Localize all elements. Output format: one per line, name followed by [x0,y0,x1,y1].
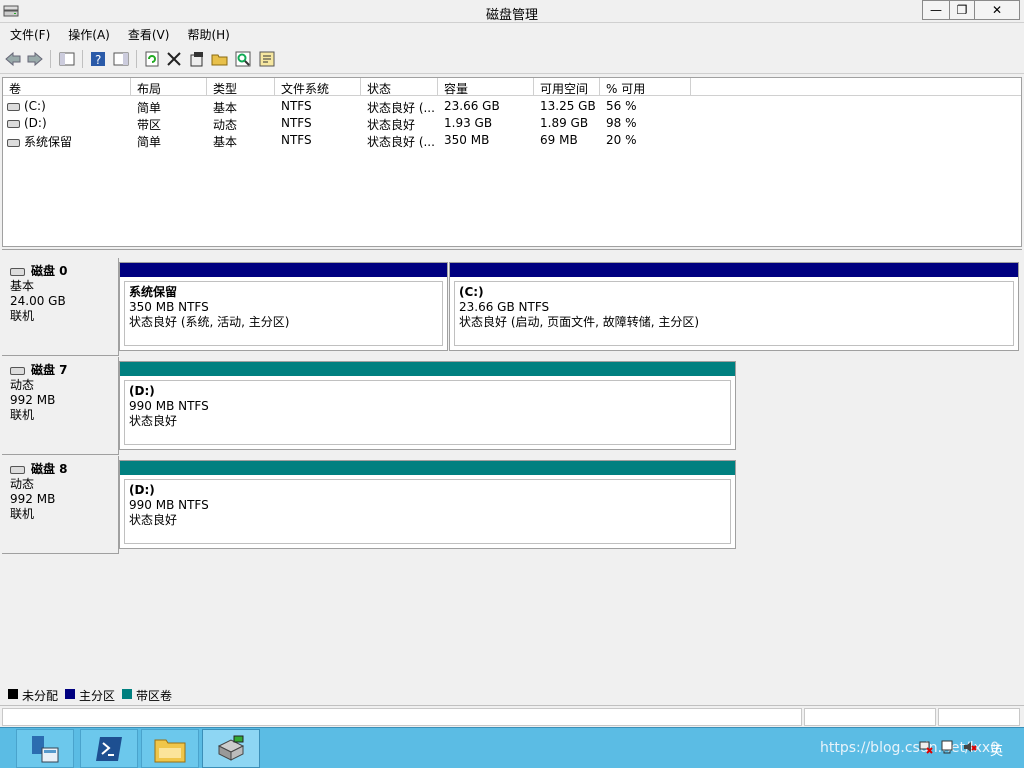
server-manager-icon [32,735,59,762]
col-percent-free[interactable]: % 可用 [600,78,691,96]
col-filesystem[interactable]: 文件系统 [275,78,361,96]
primary-partition-bar [120,263,447,277]
help-icon[interactable]: ? [89,50,107,68]
menu-view[interactable]: 查看(V) [118,23,178,43]
menu-file[interactable]: 文件(F) [0,23,58,43]
col-layout[interactable]: 布局 [131,78,207,96]
taskbar-disk-management[interactable] [202,729,260,768]
drive-icon [7,119,20,128]
disk-icon [10,465,25,474]
restore-button[interactable]: ❐ [949,0,975,20]
close-button[interactable]: ✕ [974,0,1020,20]
back-arrow-icon[interactable] [4,50,22,68]
input-language-indicator[interactable]: 英 [990,740,1003,759]
legend-unallocated: 未分配 [22,689,59,703]
properties-icon[interactable] [188,50,206,68]
table-row[interactable]: (D:) 带区 动态 NTFS 状态良好 1.93 GB 1.89 GB 98 … [3,114,1021,132]
delete-icon[interactable] [165,50,183,68]
striped-volume-bar [120,461,735,475]
col-status[interactable]: 状态 [361,78,438,96]
properties-pane-icon[interactable] [112,50,130,68]
drive-icon [7,138,20,147]
svg-text:?: ? [95,53,101,67]
menu-action[interactable]: 操作(A) [58,23,118,43]
open-folder-icon[interactable] [211,50,229,68]
disk-icon [10,366,25,375]
col-volume[interactable]: 卷 [3,78,131,96]
export-icon[interactable] [258,50,276,68]
folder-icon [154,739,186,762]
legend-striped: 带区卷 [136,689,173,703]
striped-volume-bar [120,362,735,376]
menu-bar: 文件(F) 操作(A) 查看(V) 帮助(H) [0,23,1024,43]
toolbar-separator [82,50,83,68]
minimize-button[interactable]: — [922,0,950,20]
legend-unallocated-swatch [8,689,18,699]
refresh-icon[interactable] [143,50,161,68]
drive-icon [7,102,20,111]
table-row[interactable]: (C:) 简单 基本 NTFS 状态良好 (... 23.66 GB 13.25… [3,97,1021,115]
disk-8-label[interactable]: 磁盘 8 动态 992 MB 联机 [2,456,119,554]
title-bar: 磁盘管理 — ❐ ✕ [0,0,1024,23]
powershell-icon [96,736,122,761]
taskbar-server-manager[interactable] [16,729,74,768]
toolbar-separator [50,50,51,68]
table-row[interactable]: 系统保留 简单 基本 NTFS 状态良好 (... 350 MB 69 MB 2… [3,131,1021,149]
legend-primary: 主分区 [79,689,116,703]
console-tree-icon[interactable] [58,50,76,68]
status-cell-2 [804,708,936,726]
toolbar: ? [0,44,1024,74]
search-icon[interactable] [234,50,252,68]
legend-striped-swatch [122,689,132,699]
menu-help[interactable]: 帮助(H) [177,23,237,43]
volume-muted-icon[interactable] [963,740,977,754]
disk-graphical-view[interactable]: 磁盘 0 基本 24.00 GB 联机 系统保留 350 MB NTFS 状态良… [2,249,1022,684]
partition-system-reserved[interactable]: 系统保留 350 MB NTFS 状态良好 (系统, 活动, 主分区) [119,262,448,351]
action-center-icon[interactable] [941,740,955,754]
partition-d-disk7[interactable]: (D:) 990 MB NTFS 状态良好 [119,361,736,450]
disk-7-label[interactable]: 磁盘 7 动态 992 MB 联机 [2,357,119,455]
volume-list[interactable]: 卷 布局 类型 文件系统 状态 容量 可用空间 % 可用 (C:) 简单 基本 … [2,77,1022,247]
status-cell-3 [938,708,1020,726]
col-type[interactable]: 类型 [207,78,275,96]
taskbar-powershell[interactable] [80,729,138,768]
status-bar [0,705,1024,727]
partition-c[interactable]: (C:) 23.66 GB NTFS 状态良好 (启动, 页面文件, 故障转储,… [449,262,1019,351]
status-cell-main [2,708,802,726]
taskbar-file-explorer[interactable] [141,729,199,768]
forward-arrow-icon[interactable] [26,50,44,68]
legend: 未分配 主分区 带区卷 [0,684,1024,704]
volume-list-header: 卷 布局 类型 文件系统 状态 容量 可用空间 % 可用 [3,78,1021,96]
primary-partition-bar [450,263,1018,277]
disk-0-label[interactable]: 磁盘 0 基本 24.00 GB 联机 [2,258,119,356]
col-capacity[interactable]: 容量 [438,78,534,96]
legend-primary-swatch [65,689,75,699]
network-icon[interactable] [919,740,933,754]
window-title: 磁盘管理 [485,8,538,23]
disk-management-icon [217,735,245,761]
col-free-space[interactable]: 可用空间 [534,78,600,96]
partition-d-disk8[interactable]: (D:) 990 MB NTFS 状态良好 [119,460,736,549]
toolbar-separator [136,50,137,68]
disk-icon [10,267,25,276]
